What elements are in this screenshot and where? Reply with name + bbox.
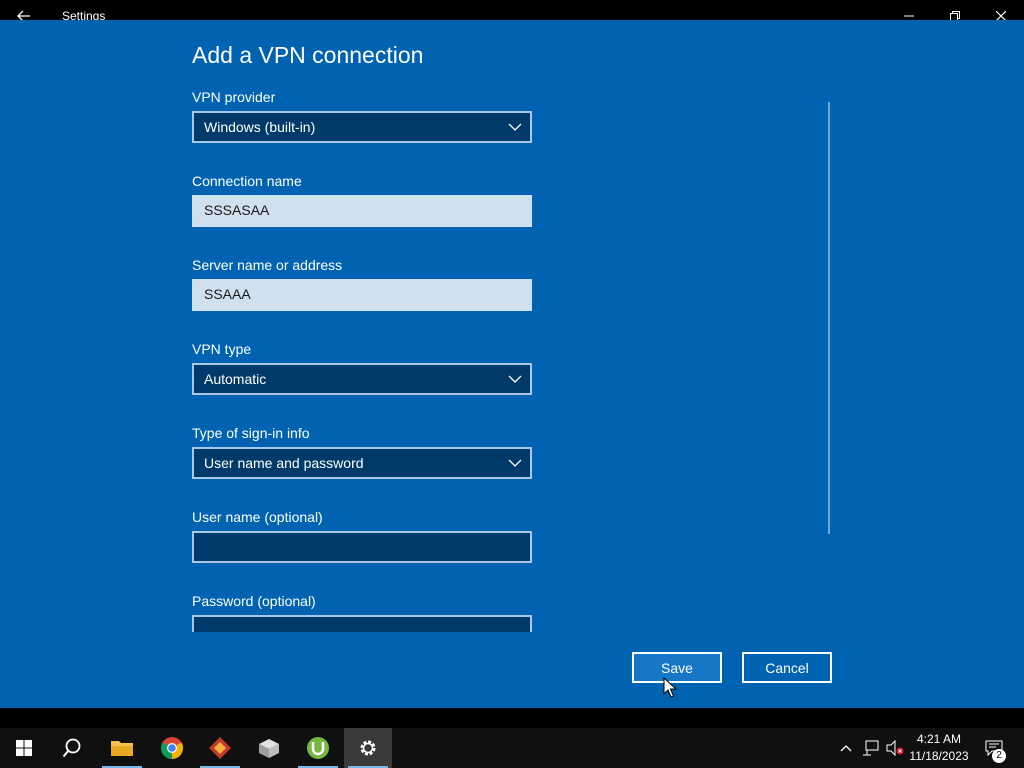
dialog-heading: Add a VPN connection [192, 42, 424, 68]
gear-icon [360, 740, 376, 756]
chevron-up-icon [840, 745, 852, 752]
vpn-provider-value: Windows (built-in) [204, 119, 316, 135]
password-label: Password (optional) [192, 593, 316, 609]
utorrent-button[interactable] [294, 728, 342, 768]
background-strip [0, 708, 1024, 728]
chevron-down-icon [508, 123, 522, 131]
vpn-type-value: Automatic [204, 371, 267, 387]
search-icon [62, 738, 81, 758]
file-explorer-button[interactable] [98, 728, 146, 768]
clock-time: 4:21 AM [916, 732, 962, 746]
chrome-button[interactable] [148, 728, 196, 768]
sign-in-type-value: User name and password [204, 455, 364, 471]
mouse-cursor-icon [663, 677, 677, 698]
cancel-button[interactable]: Cancel [742, 652, 832, 683]
server-name-value: SSAAA [204, 286, 251, 302]
server-name-input[interactable]: SSAAA [192, 279, 532, 311]
password-input[interactable] [192, 615, 532, 632]
chevron-down-icon [508, 459, 522, 467]
clock-date: 11/18/2023 [909, 749, 969, 763]
network-tray-button[interactable] [860, 728, 882, 768]
red-app-button[interactable] [196, 728, 244, 768]
scrollbar[interactable] [828, 102, 830, 534]
user-name-label: User name (optional) [192, 509, 323, 525]
sign-in-type-label: Type of sign-in info [192, 425, 310, 441]
search-button[interactable] [48, 728, 96, 768]
user-name-input[interactable] [192, 531, 532, 563]
server-name-label: Server name or address [192, 257, 343, 273]
red-diamond-app-icon [209, 737, 231, 759]
vpn-dialog: Add a VPN connection VPN provider Window… [0, 20, 1024, 708]
show-hidden-icons-button[interactable] [836, 728, 856, 768]
start-button[interactable] [0, 728, 48, 768]
connection-name-input[interactable]: SSSASAA [192, 195, 532, 227]
chevron-down-icon [508, 375, 522, 383]
clock[interactable]: 4:21 AM 11/18/2023 [904, 731, 974, 765]
save-button[interactable]: Save [632, 652, 722, 683]
package-icon [259, 739, 279, 758]
volume-tray-button[interactable] [884, 728, 906, 768]
connection-name-label: Connection name [192, 173, 302, 189]
utorrent-icon [307, 737, 329, 759]
network-icon [863, 740, 879, 756]
vpn-provider-dropdown[interactable]: Windows (built-in) [192, 111, 532, 143]
vpn-type-dropdown[interactable]: Automatic [192, 363, 532, 395]
windows-logo-icon [16, 740, 32, 756]
folder-icon [111, 741, 133, 756]
package-app-button[interactable] [245, 728, 293, 768]
sign-in-type-dropdown[interactable]: User name and password [192, 447, 532, 479]
vpn-type-label: VPN type [192, 341, 252, 357]
chrome-icon [161, 737, 183, 759]
notification-count-badge: 2 [992, 749, 1006, 763]
vpn-provider-label: VPN provider [192, 89, 276, 105]
volume-muted-icon [886, 740, 904, 756]
settings-taskbar-button[interactable] [344, 728, 392, 768]
taskbar: 4:21 AM 11/18/2023 2 [0, 728, 1024, 768]
connection-name-value: SSSASAA [204, 202, 270, 218]
